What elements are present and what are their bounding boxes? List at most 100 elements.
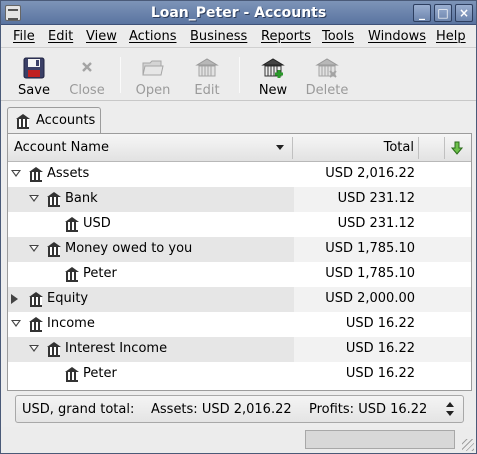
expander-open-icon[interactable] — [11, 170, 21, 177]
tree-row[interactable]: Money owed to you USD 1,785.10 — [8, 237, 471, 262]
progress-bar — [305, 430, 455, 449]
account-total-cell[interactable]: USD 16.22 — [294, 337, 471, 362]
account-name-cell[interactable]: Equity — [8, 287, 294, 312]
tree-row[interactable]: Assets USD 2,016.22 — [8, 162, 471, 187]
account-total-cell[interactable]: USD 16.22 — [294, 312, 471, 337]
tab-accounts[interactable]: Accounts — [7, 107, 101, 134]
account-total-cell[interactable]: USD 1,785.10 — [294, 237, 471, 262]
expander-open-icon[interactable] — [11, 320, 21, 327]
column-total[interactable]: Total — [358, 140, 414, 155]
expander-open-icon[interactable] — [29, 345, 39, 352]
account-total-cell[interactable]: USD 1,785.10 — [294, 262, 471, 287]
bank-icon — [29, 292, 43, 307]
window-title: Loan_Peter - Accounts — [150, 5, 327, 21]
menu-file[interactable]: File — [13, 29, 35, 44]
tree-row[interactable]: Equity USD 2,000.00 — [8, 287, 471, 312]
account-name: Equity — [47, 291, 89, 306]
summary-profits: Profits: USD 16.22 — [309, 402, 428, 417]
account-name: Peter — [83, 266, 117, 281]
menu-windows[interactable]: Windows — [368, 29, 426, 44]
title-bar[interactable]: Loan_Peter - Accounts _ □ × — [1, 1, 476, 25]
toolbar-separator — [239, 57, 240, 93]
account-total-cell[interactable]: USD 2,016.22 — [294, 162, 471, 187]
tab-strip: Accounts — [5, 105, 473, 134]
floppy-disk-icon — [22, 57, 46, 79]
account-name-cell[interactable]: Interest Income — [8, 337, 294, 362]
account-name: USD — [83, 216, 111, 231]
account-name-cell[interactable]: Peter — [8, 362, 294, 387]
tree-row[interactable]: Peter USD 16.22 — [8, 362, 471, 387]
account-name-cell[interactable]: Peter — [8, 262, 294, 287]
bank-icon — [47, 242, 61, 257]
account-name: Peter — [83, 366, 117, 381]
close-window-button[interactable]: × — [455, 4, 473, 22]
account-total-cell[interactable]: USD 231.12 — [294, 187, 471, 212]
summary-spin-icon[interactable] — [445, 400, 455, 418]
status-bar — [1, 427, 476, 453]
toolbar-separator — [120, 57, 121, 93]
resize-grip-icon[interactable] — [462, 439, 474, 451]
delete-label: Delete — [305, 83, 349, 98]
close-button[interactable]: Close — [64, 51, 110, 99]
maximize-button[interactable]: □ — [434, 4, 452, 22]
menu-edit[interactable]: Edit — [48, 29, 73, 44]
tree-row[interactable]: USD USD 231.12 — [8, 212, 471, 237]
account-name-cell[interactable]: Bank — [8, 187, 294, 212]
column-account-name[interactable]: Account Name — [14, 140, 109, 155]
new-account-icon — [261, 57, 285, 79]
column-divider — [444, 137, 445, 159]
column-divider — [418, 137, 419, 159]
expander-open-icon[interactable] — [29, 195, 39, 202]
summary-bar[interactable]: USD, grand total: Assets: USD 2,016.22 P… — [15, 395, 464, 423]
expander-closed-icon[interactable] — [11, 294, 18, 304]
open-button[interactable]: Open — [130, 51, 176, 99]
account-name: Assets — [47, 166, 90, 181]
menu-help[interactable]: Help — [436, 29, 466, 44]
account-name-cell[interactable]: USD — [8, 212, 294, 237]
menu-tools[interactable]: Tools — [322, 29, 354, 44]
expander-open-icon[interactable] — [29, 245, 39, 252]
bank-icon — [16, 114, 30, 129]
column-chooser-arrow-icon[interactable] — [276, 145, 284, 150]
new-account-button[interactable]: New — [250, 51, 296, 99]
tab-accounts-label: Accounts — [36, 113, 96, 128]
save-button[interactable]: Save — [11, 51, 57, 99]
account-total: USD 2,016.22 — [325, 166, 415, 181]
menu-business[interactable]: Business — [190, 29, 247, 44]
bank-icon — [47, 192, 61, 207]
account-name-cell[interactable]: Assets — [8, 162, 294, 187]
close-label: Close — [69, 83, 105, 98]
account-name: Income — [47, 316, 95, 331]
summary-assets: Assets: USD 2,016.22 — [151, 402, 292, 417]
account-total: USD 16.22 — [345, 341, 415, 356]
sort-arrow-down-icon[interactable] — [450, 141, 464, 155]
bank-icon — [29, 317, 43, 332]
accounts-tree: Account Name Total Assets USD 2,016.22 Ban… — [7, 133, 472, 391]
account-name-cell[interactable]: Money owed to you — [8, 237, 294, 262]
menu-reports[interactable]: Reports — [261, 29, 311, 44]
column-divider — [292, 137, 293, 159]
toolbar: Save Close Open Edit New Delete — [1, 49, 476, 101]
account-total: USD 1,785.10 — [325, 241, 415, 256]
account-total-cell[interactable]: USD 231.12 — [294, 212, 471, 237]
bank-icon — [47, 342, 61, 357]
minimize-button[interactable]: _ — [413, 4, 431, 22]
tree-row[interactable]: Bank USD 231.12 — [8, 187, 471, 212]
delete-button[interactable]: Delete — [304, 51, 350, 99]
account-total: USD 16.22 — [345, 316, 415, 331]
summary-currency: USD, grand total: — [22, 402, 135, 417]
account-total-cell[interactable]: USD 2,000.00 — [294, 287, 471, 312]
account-total-cell[interactable]: USD 16.22 — [294, 362, 471, 387]
close-icon — [75, 57, 99, 79]
account-name: Money owed to you — [65, 241, 193, 256]
tree-row[interactable]: Income USD 16.22 — [8, 312, 471, 337]
delete-account-icon — [315, 57, 339, 79]
account-name: Interest Income — [65, 341, 168, 356]
tree-row[interactable]: Interest Income USD 16.22 — [8, 337, 471, 362]
account-total: USD 16.22 — [345, 366, 415, 381]
account-name-cell[interactable]: Income — [8, 312, 294, 337]
tree-row[interactable]: Peter USD 1,785.10 — [8, 262, 471, 287]
edit-button[interactable]: Edit — [184, 51, 230, 99]
menu-actions[interactable]: Actions — [129, 29, 177, 44]
menu-view[interactable]: View — [86, 29, 117, 44]
